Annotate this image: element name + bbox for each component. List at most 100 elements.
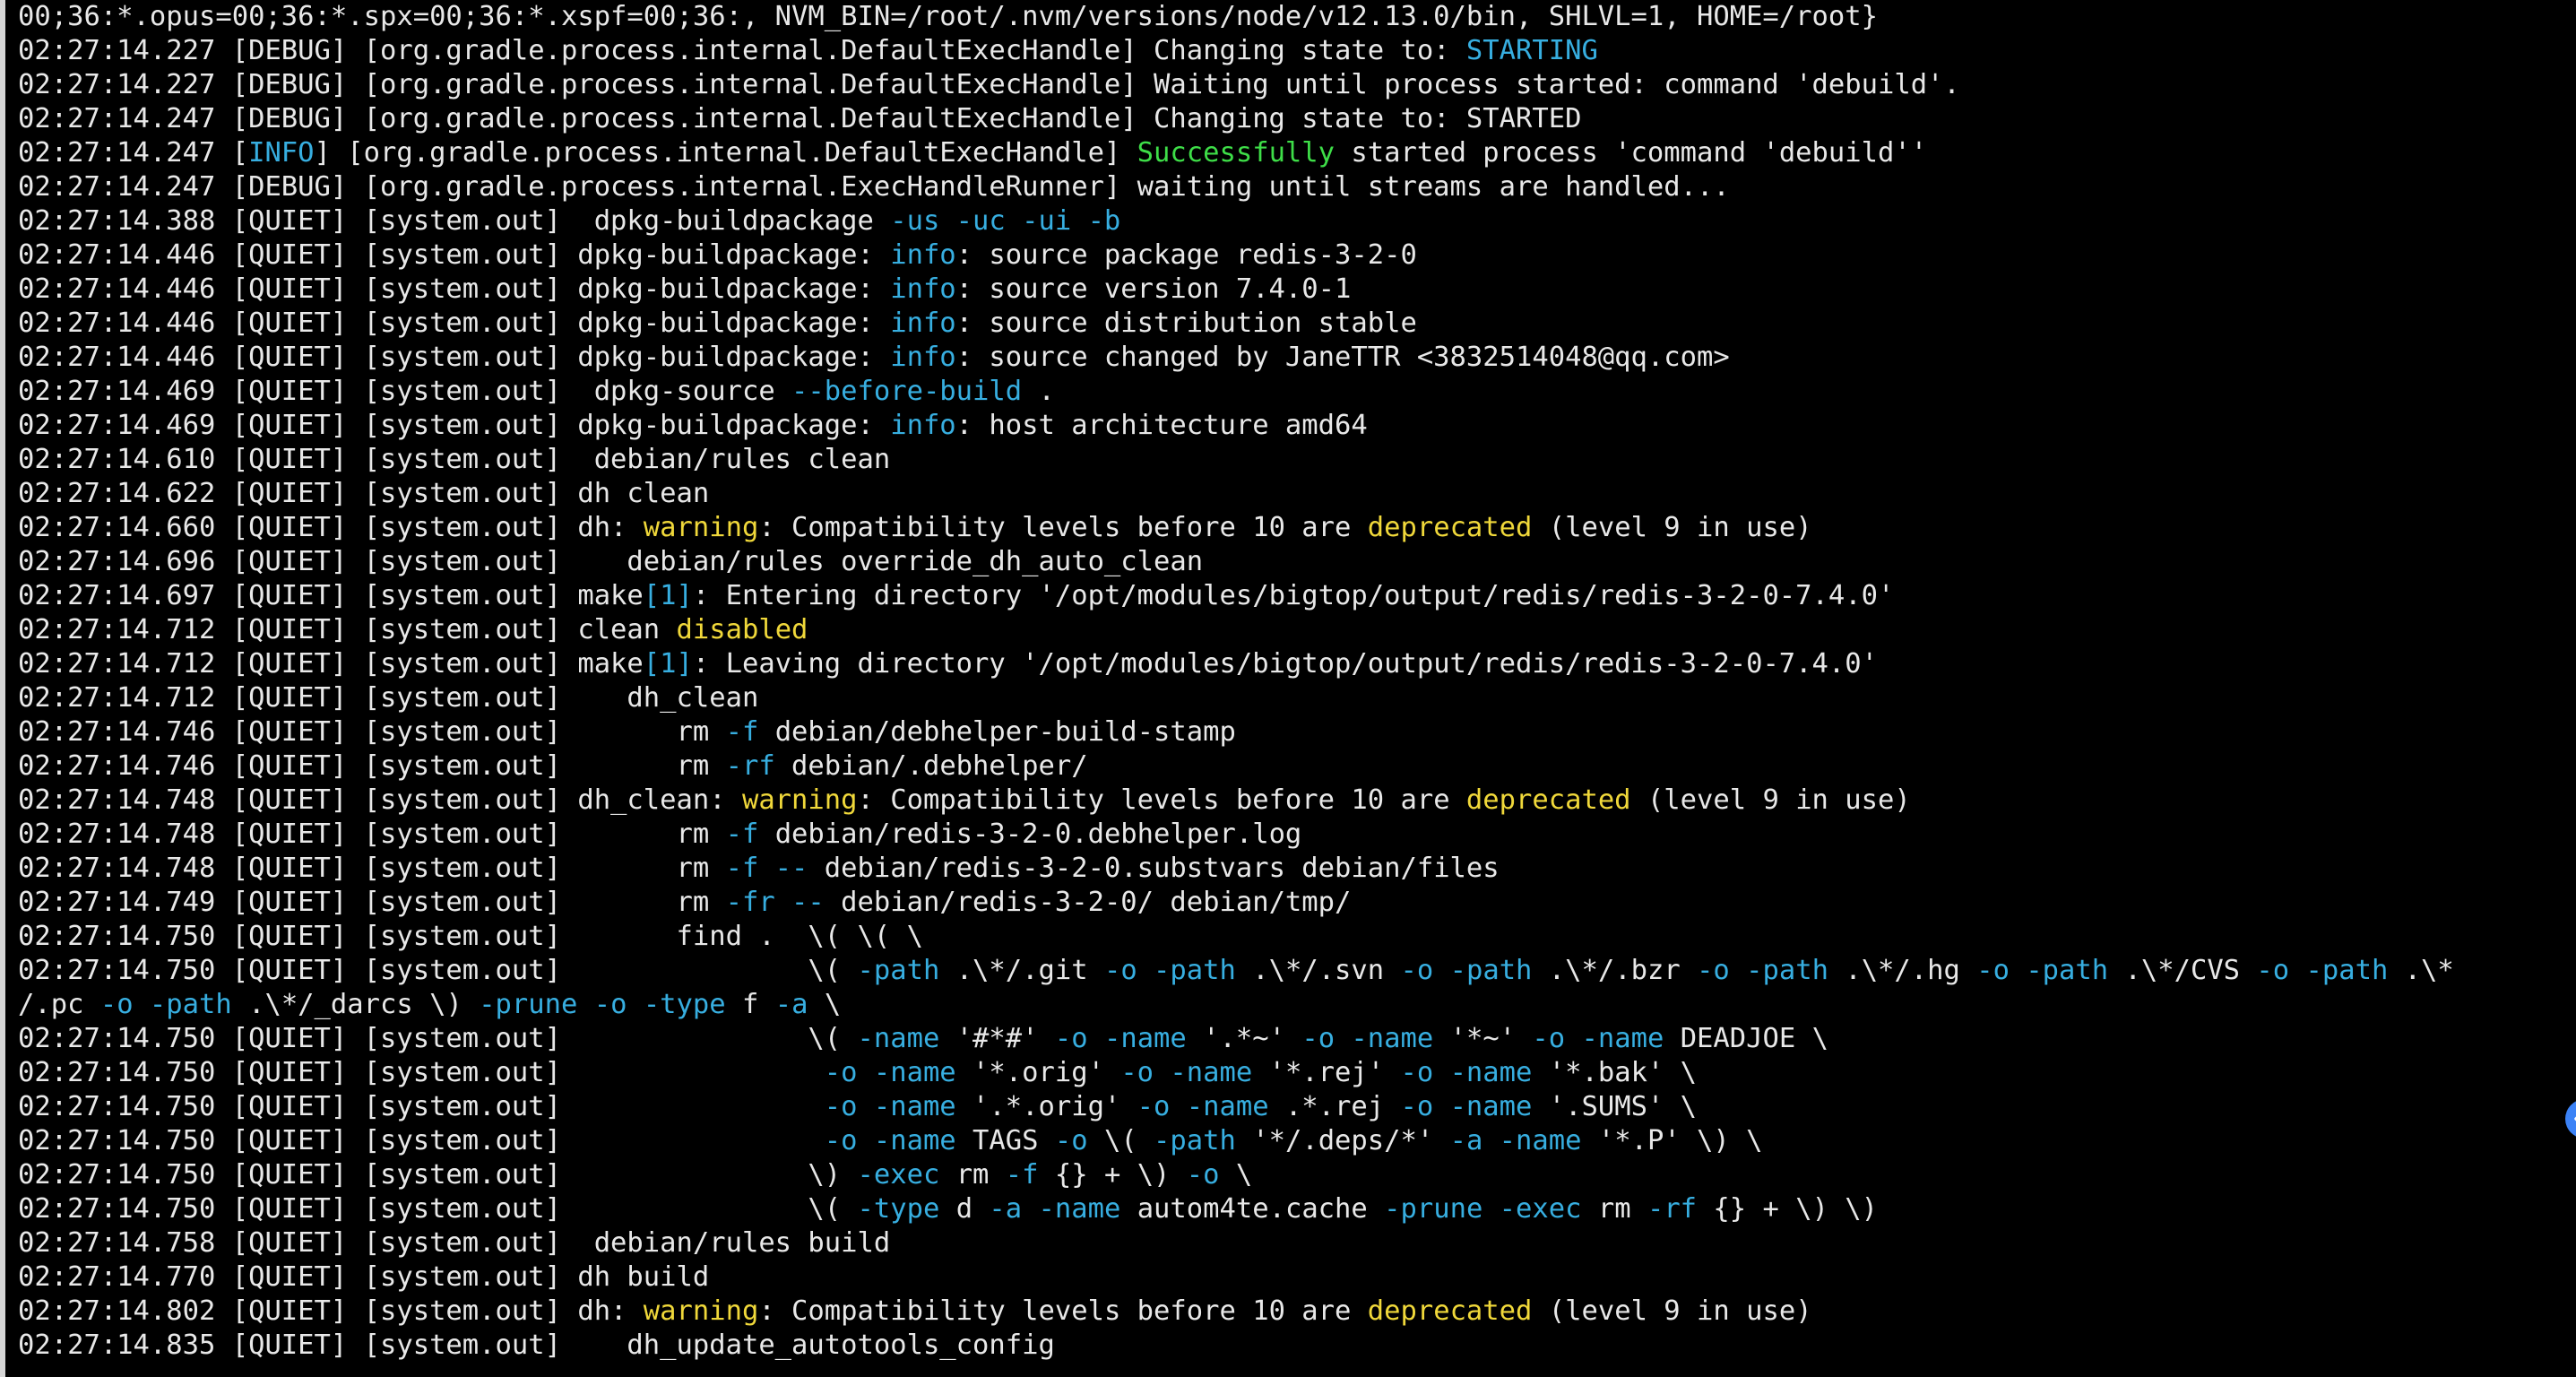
log-text-segment: -o -path: [1697, 955, 1828, 986]
log-text-segment: 02:27:14.750 [QUIET] [system.out] \): [18, 1159, 858, 1191]
log-text-segment: -prune -exec: [1384, 1193, 1582, 1225]
terminal-line: 02:27:14.247 [INFO] [org.gradle.process.…: [18, 136, 2572, 170]
log-text-segment: d: [939, 1193, 990, 1225]
log-text-segment: 02:27:14.750 [QUIET] [system.out] \(: [18, 1023, 858, 1054]
log-text-segment: deprecated: [1465, 784, 1631, 816]
log-text-segment: TAGS: [955, 1125, 1055, 1156]
log-text-segment: : Compatibility levels before 10 are: [857, 784, 1466, 816]
terminal-line: 02:27:14.227 [DEBUG] [org.gradle.process…: [18, 34, 2572, 68]
log-text-segment: '*~': [1433, 1023, 1533, 1054]
log-text-segment: 02:27:14.446 [QUIET] [system.out] dpkg-b…: [18, 273, 891, 305]
log-text-segment: 02:27:14.446 [QUIET] [system.out] dpkg-b…: [18, 239, 891, 271]
log-text-segment: \(: [1087, 1125, 1154, 1156]
terminal-line: 02:27:14.712 [QUIET] [system.out] clean …: [18, 613, 2572, 647]
log-text-segment: \: [1219, 1159, 1253, 1191]
log-text-segment: -us -uc -ui -b: [890, 205, 1121, 237]
log-text-segment: .\*/_darcs \): [231, 989, 480, 1020]
terminal-line: 02:27:14.696 [QUIET] [system.out] debian…: [18, 545, 2572, 579]
log-text-segment: warning: [741, 784, 858, 816]
log-text-segment: 02:27:14.696 [QUIET] [system.out] debian…: [18, 546, 1204, 577]
log-text-segment: -path: [1154, 1125, 1236, 1156]
terminal-line: 02:27:14.749 [QUIET] [system.out] rm -fr…: [18, 886, 2572, 920]
log-text-segment: 02:27:14.746 [QUIET] [system.out] rm: [18, 716, 726, 748]
terminal-line: 02:27:14.247 [DEBUG] [org.gradle.process…: [18, 170, 2572, 204]
log-text-segment: '*.rej': [1252, 1057, 1401, 1088]
log-text-segment: debian/redis-3-2-0.debhelper.log: [758, 818, 1302, 850]
log-text-segment: : Entering directory '/opt/modules/bigto…: [692, 580, 1895, 611]
log-text-segment: -o -name: [1137, 1091, 1269, 1122]
log-text-segment: '#*#': [939, 1023, 1055, 1054]
log-text-segment: -a: [774, 989, 808, 1020]
chevron-left-icon: [2572, 1108, 2576, 1130]
log-text-segment: : source version 7.4.0-1: [955, 273, 1352, 305]
log-text-segment: '.*~': [1186, 1023, 1302, 1054]
log-text-segment: /.pc: [18, 989, 100, 1020]
log-text-segment: -prune -o -type: [479, 989, 726, 1020]
log-text-segment: 02:27:14.748 [QUIET] [system.out] rm: [18, 853, 726, 884]
terminal-line: 02:27:14.750 [QUIET] [system.out] \) -ex…: [18, 1158, 2572, 1192]
log-text-segment: disabled: [676, 614, 808, 645]
log-text-segment: deprecated: [1367, 512, 1533, 543]
log-text-segment: -o -name: [1120, 1057, 1253, 1088]
log-text-segment: -o -path: [2256, 955, 2389, 986]
log-text-segment: 02:27:14.749 [QUIET] [system.out] rm: [18, 887, 726, 918]
log-text-segment: : Compatibility levels before 10 are: [758, 512, 1368, 543]
log-text-segment: 02:27:14.610 [QUIET] [system.out] debian…: [18, 444, 891, 475]
log-text-segment: -fr --: [725, 887, 825, 918]
log-text-segment: 02:27:14.622 [QUIET] [system.out] dh cle…: [18, 478, 710, 509]
log-text-segment: 02:27:14.227 [DEBUG] [org.gradle.process…: [18, 35, 1466, 66]
log-text-segment: info: [890, 307, 956, 339]
log-text-segment: DEADJOE \: [1664, 1023, 1828, 1054]
log-text-segment: --before-build: [791, 376, 1023, 407]
log-text-segment: .\*: [2388, 955, 2454, 986]
log-text-segment: 02:27:14.712 [QUIET] [system.out] clean: [18, 614, 677, 645]
terminal-line: 02:27:14.469 [QUIET] [system.out] dpkg-s…: [18, 375, 2572, 409]
log-text-segment: .\*/.git: [939, 955, 1104, 986]
terminal-line: 02:27:14.697 [QUIET] [system.out] make[1…: [18, 579, 2572, 613]
log-text-segment: info: [890, 342, 956, 373]
terminal-line: 02:27:14.712 [QUIET] [system.out] make[1…: [18, 647, 2572, 681]
terminal-line: 02:27:14.746 [QUIET] [system.out] rm -rf…: [18, 749, 2572, 784]
terminal-line: 02:27:14.388 [QUIET] [system.out] dpkg-b…: [18, 204, 2572, 238]
log-text-segment: 02:27:14.835 [QUIET] [system.out] dh_upd…: [18, 1329, 1055, 1361]
terminal-line: 02:27:14.712 [QUIET] [system.out] dh_cle…: [18, 681, 2572, 715]
log-text-segment: 00;36:*.opus=00;36:*.spx=00;36:*.xspf=00…: [18, 1, 1878, 32]
log-text-segment: -f: [1005, 1159, 1039, 1191]
log-text-segment: '*.P' \) \: [1581, 1125, 1763, 1156]
log-text-segment: -rf: [1647, 1193, 1698, 1225]
terminal-line: /.pc -o -path .\*/_darcs \) -prune -o -t…: [18, 988, 2572, 1022]
log-text-segment: Successfully: [1137, 137, 1336, 169]
log-text-segment: -o -name: [824, 1057, 956, 1088]
terminal-line: 02:27:14.750 [QUIET] [system.out] -o -na…: [18, 1090, 2572, 1124]
terminal-line: 02:27:14.750 [QUIET] [system.out] find .…: [18, 920, 2572, 954]
log-text-segment: 02:27:14.750 [QUIET] [system.out]: [18, 1057, 825, 1088]
log-text-segment: -o: [1054, 1125, 1088, 1156]
terminal-line: 02:27:14.750 [QUIET] [system.out] \( -pa…: [18, 954, 2572, 988]
terminal-line: 02:27:14.446 [QUIET] [system.out] dpkg-b…: [18, 341, 2572, 375]
log-text-segment: 02:27:14.660 [QUIET] [system.out] dh:: [18, 512, 644, 543]
log-text-segment: 02:27:14.247 [DEBUG] [org.gradle.process…: [18, 103, 1582, 134]
log-text-segment: -o -name: [1532, 1023, 1664, 1054]
terminal-line: 02:27:14.746 [QUIET] [system.out] rm -f …: [18, 715, 2572, 749]
log-text-segment: debian/debhelper-build-stamp: [758, 716, 1236, 748]
terminal-line: 02:27:14.446 [QUIET] [system.out] dpkg-b…: [18, 238, 2572, 273]
log-text-segment: -o -path: [1976, 955, 2109, 986]
log-text-segment: -path: [857, 955, 940, 986]
log-text-segment: -o -path: [1103, 955, 1236, 986]
terminal-line: 02:27:14.758 [QUIET] [system.out] debian…: [18, 1226, 2572, 1260]
terminal-line: 02:27:14.750 [QUIET] [system.out] \( -na…: [18, 1022, 2572, 1056]
log-text-segment: -o: [1186, 1159, 1220, 1191]
terminal-line: 02:27:14.802 [QUIET] [system.out] dh: wa…: [18, 1295, 2572, 1329]
log-text-segment: debian/redis-3-2-0.substvars debian/file…: [808, 853, 1500, 884]
log-text-segment: '.*.orig': [955, 1091, 1137, 1122]
log-text-segment: -o -name: [1301, 1023, 1434, 1054]
log-text-segment: '*.orig': [955, 1057, 1121, 1088]
log-text-segment: 02:27:14.746 [QUIET] [system.out] rm: [18, 750, 726, 782]
log-text-segment: .*.rej: [1268, 1091, 1401, 1122]
log-text-segment: started process 'command 'debuild'': [1335, 137, 1928, 169]
log-text-segment: info: [890, 273, 956, 305]
log-text-segment: (level 9 in use): [1532, 1295, 1812, 1327]
log-text-segment: 02:27:14.748 [QUIET] [system.out] dh_cle…: [18, 784, 742, 816]
terminal-window[interactable]: 00;36:*.opus=00;36:*.spx=00;36:*.xspf=00…: [0, 0, 2576, 1377]
log-text-segment: 02:27:14.247 [DEBUG] [org.gradle.process…: [18, 171, 1730, 203]
